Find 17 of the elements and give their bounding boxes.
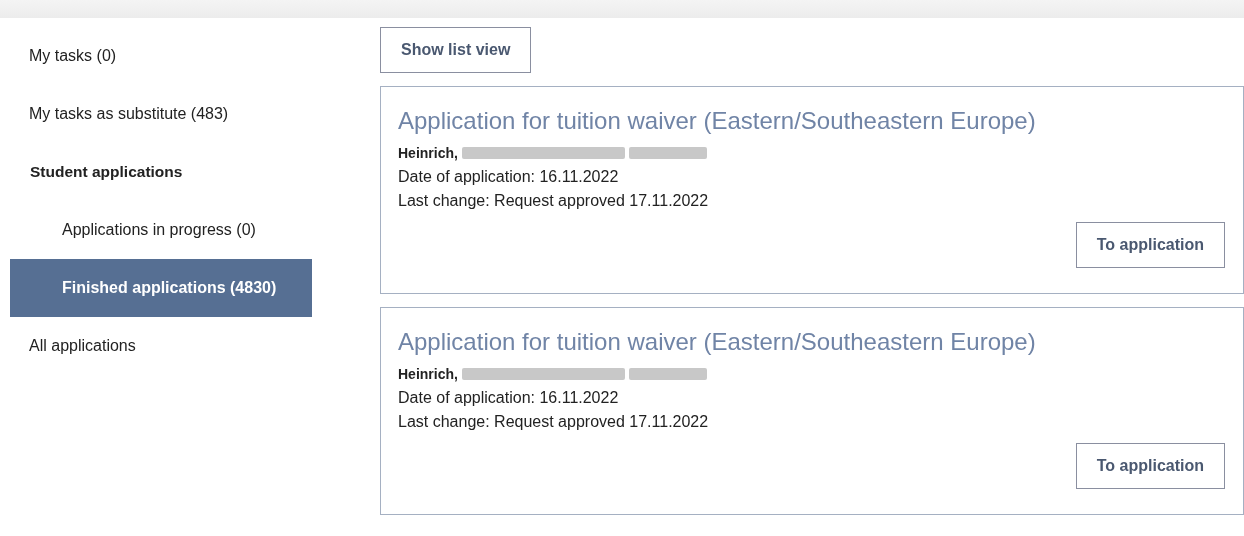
sidebar-heading: Student applications bbox=[29, 162, 184, 182]
application-date: Date of application: 16.11.2022 bbox=[398, 389, 620, 407]
application-title: Application for tuition waiver (Eastern/Southeastern Europe) bbox=[398, 328, 1037, 356]
applicant-name: Heinrich, bbox=[398, 366, 458, 382]
sidebar-item[interactable]: Applications in progress (0) bbox=[10, 201, 312, 259]
application-title: Application for tuition waiver (Eastern/Southeastern Europe) bbox=[398, 107, 1037, 135]
last-change: Last change: Request approved 17.11.2022 bbox=[398, 192, 710, 210]
list-view-button[interactable]: Show list view bbox=[380, 27, 532, 73]
last-change: Last change: Request approved 17.11.2022 bbox=[398, 413, 710, 431]
sidebar-item[interactable]: My tasks (0) bbox=[10, 27, 312, 85]
application-date: Date of application: 16.11.2022 bbox=[398, 168, 620, 186]
to-application-button[interactable]: To application bbox=[1075, 222, 1225, 268]
sidebar-item[interactable]: All applications bbox=[10, 317, 312, 375]
sidebar-item[interactable]: Finished applications (4830) bbox=[10, 259, 312, 317]
to-application-button[interactable]: To application bbox=[1075, 443, 1225, 489]
sidebar-item[interactable]: My tasks as substitute (483) bbox=[10, 85, 312, 143]
applicant-name: Heinrich, bbox=[398, 145, 458, 161]
